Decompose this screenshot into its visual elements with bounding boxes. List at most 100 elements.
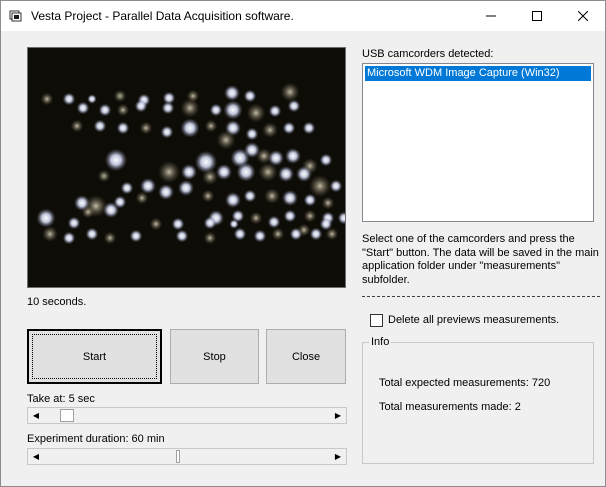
- light-spot: [303, 193, 317, 207]
- light-spot: [243, 89, 257, 103]
- light-spot: [319, 217, 333, 231]
- scroll-left-arrow-icon[interactable]: ◀: [28, 449, 44, 464]
- minimize-icon: [486, 15, 496, 17]
- light-spot: [258, 162, 278, 182]
- light-spot: [278, 166, 294, 182]
- scroll-left-arrow-icon[interactable]: ◀: [28, 408, 44, 423]
- close-button[interactable]: Close: [266, 329, 346, 384]
- light-spot: [180, 118, 200, 138]
- light-spot: [321, 196, 335, 210]
- light-spot: [70, 119, 84, 133]
- light-spot: [116, 121, 130, 135]
- light-spot: [149, 217, 163, 231]
- stop-button-label: Stop: [203, 350, 226, 363]
- close-button-label: Close: [291, 350, 321, 363]
- light-spot: [308, 174, 332, 198]
- light-spot: [178, 180, 194, 196]
- light-spot: [309, 227, 323, 241]
- light-spot: [104, 148, 128, 172]
- light-spot: [98, 103, 112, 117]
- title-bar[interactable]: Vesta Project - Parallel Data Acquisitio…: [1, 1, 605, 31]
- delete-previous-checkbox[interactable]: [370, 314, 383, 327]
- close-icon: [578, 11, 588, 21]
- light-spot: [287, 99, 301, 113]
- light-spot: [181, 164, 197, 180]
- stop-button[interactable]: Stop: [170, 329, 259, 384]
- light-spot: [62, 92, 76, 106]
- light-spot: [224, 85, 240, 101]
- main-window: Vesta Project - Parallel Data Acquisitio…: [0, 0, 606, 487]
- light-spot: [202, 169, 218, 185]
- light-spot: [120, 181, 134, 195]
- light-spot: [203, 216, 217, 230]
- light-spot: [302, 121, 316, 135]
- window-title: Vesta Project - Parallel Data Acquisitio…: [31, 9, 294, 23]
- duration-slider-thumb[interactable]: [175, 450, 180, 463]
- light-spot: [129, 229, 143, 243]
- light-spot: [268, 104, 282, 118]
- light-spot: [243, 189, 257, 203]
- light-spot: [264, 188, 280, 204]
- light-spot: [40, 92, 54, 106]
- status-text: 10 seconds.: [27, 296, 87, 308]
- light-spot: [62, 231, 76, 245]
- light-spot: [285, 148, 301, 164]
- light-spot: [282, 190, 298, 206]
- light-spot: [36, 208, 56, 228]
- close-window-button[interactable]: [560, 1, 606, 31]
- light-spot: [262, 122, 278, 138]
- light-spot: [229, 219, 239, 229]
- usb-devices-label: USB camcorders detected:: [362, 48, 494, 60]
- light-spot: [113, 195, 127, 209]
- light-spot: [203, 231, 217, 245]
- divider: [362, 296, 600, 297]
- light-spot: [158, 184, 174, 200]
- light-spot: [329, 179, 343, 193]
- duration-label: Experiment duration: 60 min: [27, 433, 165, 445]
- light-spot: [134, 99, 148, 113]
- light-spot: [67, 216, 81, 230]
- usb-devices-list[interactable]: Microsoft WDM Image Capture (Win32): [362, 63, 594, 222]
- light-spot: [225, 192, 241, 208]
- measurements-made-text: Total measurements made: 2: [379, 401, 521, 413]
- light-spot: [42, 226, 58, 242]
- scroll-right-arrow-icon[interactable]: ▶: [330, 408, 346, 423]
- light-spot: [97, 169, 111, 183]
- light-spot: [139, 121, 153, 135]
- take-at-slider[interactable]: ◀ ▶: [27, 407, 347, 424]
- light-spot: [204, 119, 218, 133]
- light-spot: [319, 153, 333, 167]
- take-at-slider-thumb[interactable]: [60, 409, 75, 422]
- light-spot: [81, 205, 95, 219]
- duration-slider[interactable]: ◀ ▶: [27, 448, 347, 465]
- light-spot: [161, 101, 175, 115]
- light-spot: [135, 191, 149, 205]
- light-spot: [296, 166, 312, 182]
- list-item[interactable]: Microsoft WDM Image Capture (Win32): [365, 66, 591, 81]
- minimize-button[interactable]: [468, 1, 514, 31]
- light-spot: [140, 178, 156, 194]
- light-spot: [216, 130, 236, 150]
- scroll-right-arrow-icon[interactable]: ▶: [330, 449, 346, 464]
- light-spot: [216, 164, 232, 180]
- maximize-button[interactable]: [514, 1, 560, 31]
- light-spot: [233, 227, 247, 241]
- light-spot: [245, 127, 259, 141]
- light-spot: [87, 94, 97, 104]
- camera-preview: [27, 47, 346, 288]
- light-spot: [280, 82, 300, 102]
- light-spot: [171, 217, 185, 231]
- light-spot: [201, 189, 215, 203]
- light-spot: [253, 229, 267, 243]
- focus-rectangle: [32, 334, 157, 379]
- light-spot: [283, 209, 297, 223]
- light-spot: [271, 227, 285, 241]
- app-icon: [9, 10, 22, 22]
- start-button[interactable]: Start: [27, 329, 162, 384]
- light-spot: [303, 209, 317, 223]
- delete-previous-label[interactable]: Delete all previews measurements.: [388, 314, 559, 326]
- light-spot: [209, 103, 223, 117]
- take-at-label: Take at: 5 sec: [27, 393, 95, 405]
- light-spot: [249, 211, 263, 225]
- info-group-title: Info: [369, 336, 392, 348]
